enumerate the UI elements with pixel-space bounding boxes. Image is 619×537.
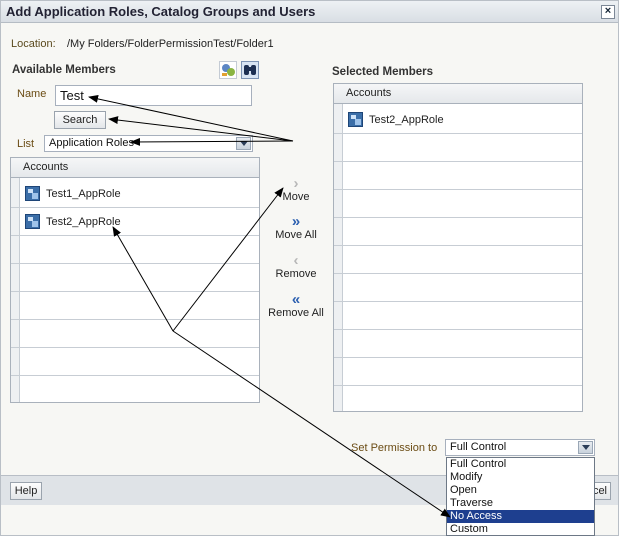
add-members-dialog: Add Application Roles, Catalog Groups an… [0,0,619,536]
annotation-arrows [88,94,451,518]
